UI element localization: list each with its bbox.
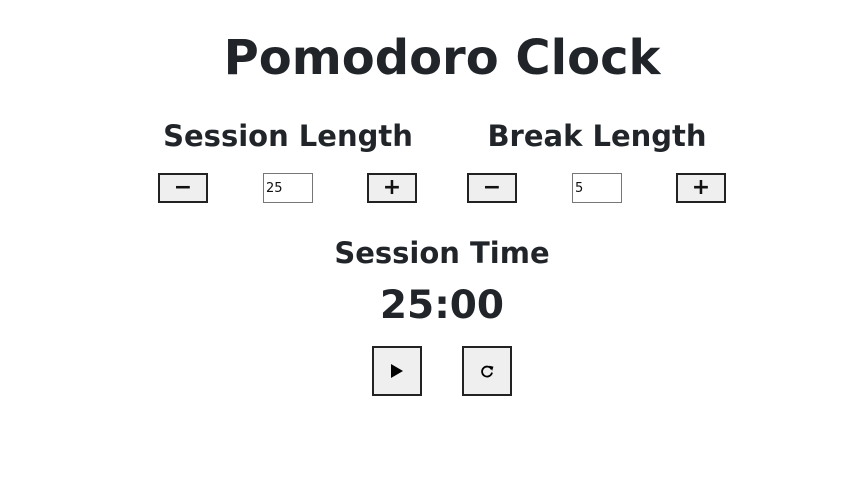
session-length-label: Session Length (163, 119, 413, 153)
session-length-panel: Session Length − + (153, 118, 423, 203)
session-length-controls: − + (153, 173, 423, 203)
session-increment-button[interactable]: + (367, 173, 417, 203)
reset-icon (480, 364, 494, 378)
break-decrement-button[interactable]: − (467, 173, 517, 203)
break-length-label: Break Length (487, 119, 707, 153)
session-length-input[interactable] (263, 173, 313, 203)
session-decrement-button[interactable]: − (158, 173, 208, 203)
page-title: Pomodoro Clock (223, 30, 661, 86)
break-increment-button[interactable]: + (676, 173, 726, 203)
break-length-panel: Break Length − + (462, 118, 732, 203)
play-button[interactable] (372, 346, 422, 396)
timer-label: Session Time (334, 236, 550, 270)
reset-button[interactable] (462, 346, 512, 396)
play-icon (390, 363, 404, 379)
break-length-input[interactable] (572, 173, 622, 203)
timer-display: 25:00 (379, 283, 505, 328)
break-length-controls: − + (462, 173, 732, 203)
